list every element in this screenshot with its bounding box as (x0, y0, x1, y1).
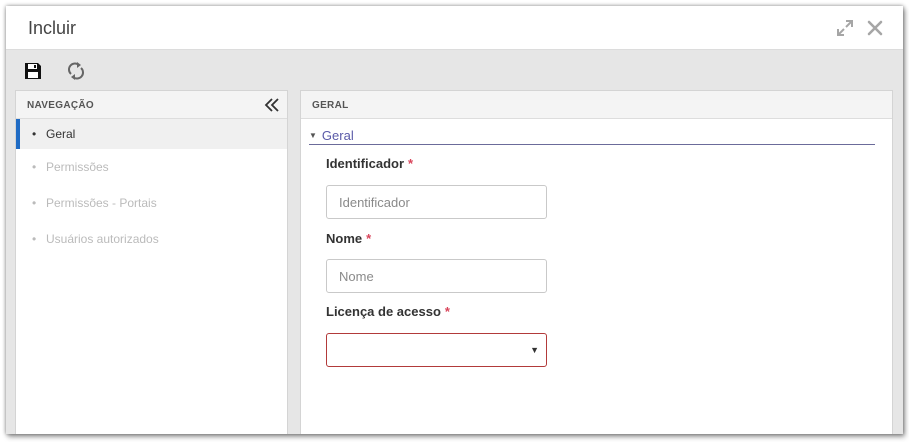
main-header: GERAL (301, 91, 892, 119)
required-marker: * (408, 156, 414, 171)
nav-item-label: Permissões (46, 160, 109, 174)
licenca-label-text: Licença de acesso (326, 304, 441, 319)
required-marker: * (366, 231, 372, 246)
licenca-label: Licença de acesso * (326, 304, 450, 319)
nome-input[interactable] (326, 259, 547, 293)
caret-down-icon: ▼ (309, 131, 317, 140)
nav-item-label: Geral (46, 127, 76, 141)
nav-item-label: Usuários autorizados (46, 232, 159, 246)
navigation-header-label: NAVEGAÇÃO (27, 100, 94, 111)
identificador-label-text: Identificador (326, 156, 405, 171)
required-marker: * (444, 304, 450, 319)
title-bar: Incluir (6, 6, 903, 50)
toolbar (6, 51, 903, 89)
navigation-header: NAVEGAÇÃO (16, 91, 287, 119)
identificador-label: Identificador * (326, 156, 413, 171)
section-geral-toggle[interactable]: ▼ Geral (309, 127, 875, 145)
navigation-list: • Geral • Permissões • Permissões - Port… (16, 119, 287, 257)
close-icon[interactable] (865, 18, 885, 38)
nav-item-permissoes[interactable]: • Permissões (16, 149, 287, 185)
licenca-select[interactable]: ▼ (326, 333, 547, 367)
dialog-window: Incluir NAVEGAÇÃO • Geral • Permissões •… (6, 6, 903, 434)
bullet-icon: • (32, 127, 37, 141)
dialog-title: Incluir (28, 18, 77, 38)
nav-item-permissoes-portais[interactable]: • Permissões - Portais (16, 185, 287, 221)
identificador-input[interactable] (326, 185, 547, 219)
bullet-icon: • (32, 232, 37, 246)
nome-label: Nome * (326, 231, 371, 246)
bullet-icon: • (32, 196, 37, 210)
dropdown-arrow-icon: ▼ (530, 345, 539, 355)
double-chevron-left-icon[interactable] (263, 96, 281, 114)
nav-item-usuarios-autorizados[interactable]: • Usuários autorizados (16, 221, 287, 257)
navigation-panel: NAVEGAÇÃO • Geral • Permissões • Permiss… (15, 90, 288, 434)
nav-item-label: Permissões - Portais (46, 196, 157, 210)
bullet-icon: • (32, 160, 37, 174)
save-icon[interactable] (22, 60, 44, 82)
main-panel: GERAL ▼ Geral Identificador* Nome* Licen… (300, 90, 893, 434)
expand-icon[interactable] (835, 18, 855, 38)
refresh-icon[interactable] (65, 60, 87, 82)
main-header-label: GERAL (312, 100, 349, 111)
section-title: Geral (321, 128, 354, 143)
nav-item-geral[interactable]: • Geral (16, 119, 287, 149)
nome-label-text: Nome (326, 231, 363, 246)
